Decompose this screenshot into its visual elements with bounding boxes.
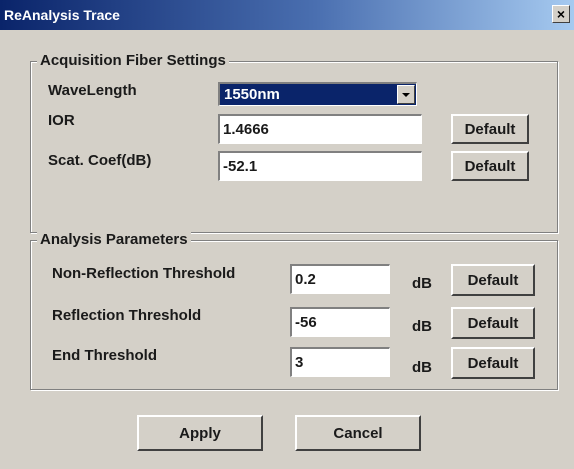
- ior-label: IOR: [48, 112, 75, 129]
- ref-unit: dB: [412, 318, 432, 335]
- wavelength-label: WaveLength: [48, 82, 137, 99]
- nonref-threshold-input[interactable]: [290, 264, 390, 294]
- ref-default-label: Default: [467, 314, 519, 332]
- nonref-unit: dB: [412, 275, 432, 292]
- nonref-default-button[interactable]: Default: [451, 264, 535, 296]
- ior-input[interactable]: [218, 114, 422, 144]
- window-title: ReAnalysis Trace: [4, 7, 120, 23]
- end-default-button[interactable]: Default: [451, 347, 535, 379]
- end-default-label: Default: [467, 354, 519, 372]
- end-threshold-input[interactable]: [290, 347, 390, 377]
- ior-default-button[interactable]: Default: [451, 114, 529, 144]
- acquisition-legend: Acquisition Fiber Settings: [37, 52, 229, 69]
- analysis-group: Analysis Parameters Non-Reflection Thres…: [30, 231, 558, 390]
- chevron-down-icon[interactable]: [397, 85, 415, 104]
- title-bar: ReAnalysis Trace ×: [0, 0, 574, 30]
- dialog-body: Acquisition Fiber Settings WaveLength 15…: [0, 30, 574, 469]
- scat-coef-label: Scat. Coef(dB): [48, 152, 152, 169]
- scat-coef-input[interactable]: [218, 151, 422, 181]
- wavelength-select[interactable]: 1550nm: [218, 82, 417, 106]
- analysis-legend: Analysis Parameters: [37, 231, 191, 248]
- cancel-label: Cancel: [333, 424, 383, 442]
- cancel-button[interactable]: Cancel: [295, 415, 421, 451]
- close-icon: ×: [556, 6, 566, 22]
- apply-label: Apply: [179, 424, 221, 442]
- apply-button[interactable]: Apply: [137, 415, 263, 451]
- nonref-default-label: Default: [467, 271, 519, 289]
- acquisition-group: Acquisition Fiber Settings WaveLength 15…: [30, 52, 558, 233]
- nonref-threshold-label: Non-Reflection Threshold: [52, 265, 236, 282]
- wavelength-value: 1550nm: [224, 86, 280, 103]
- ref-threshold-input[interactable]: [290, 307, 390, 337]
- ior-default-label: Default: [464, 120, 516, 138]
- ref-default-button[interactable]: Default: [451, 307, 535, 339]
- ref-threshold-label: Reflection Threshold: [52, 307, 202, 324]
- end-unit: dB: [412, 359, 432, 376]
- end-threshold-label: End Threshold: [52, 347, 157, 364]
- scat-default-label: Default: [464, 157, 516, 175]
- scat-default-button[interactable]: Default: [451, 151, 529, 181]
- close-button[interactable]: ×: [552, 5, 570, 23]
